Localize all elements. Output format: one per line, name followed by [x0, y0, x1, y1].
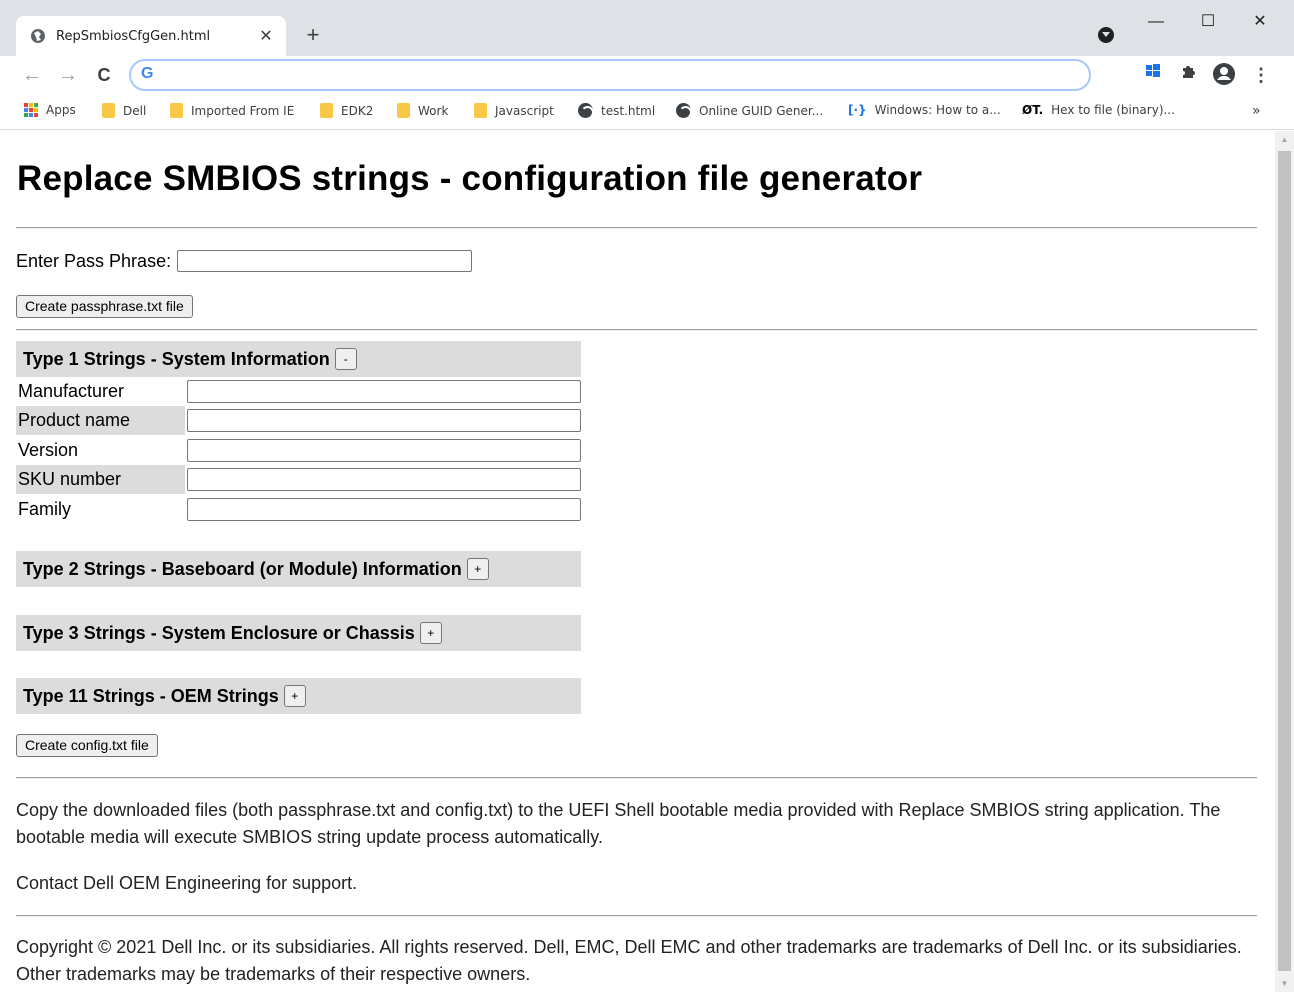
support-text: Contact Dell OEM Engineering for support… [16, 873, 358, 893]
reload-button[interactable]: C [90, 61, 118, 89]
bookmark-label: EDK2 [341, 103, 374, 118]
tab-title: RepSmbiosCfgGen.html [56, 28, 211, 44]
bookmark-javascript[interactable]: Javascript [474, 103, 554, 118]
browser-toolbar: ← → C G ⋮ [0, 56, 1294, 94]
scrollbar-thumb[interactable] [1278, 151, 1291, 971]
new-tab-button[interactable]: + [300, 22, 326, 48]
product-name-input[interactable] [187, 409, 581, 432]
field-label: SKU number [16, 465, 185, 494]
section-title: Type 11 Strings - OEM Strings [23, 685, 279, 706]
field-row-family: Family [16, 495, 581, 524]
field-row-product-name: Product name [16, 406, 581, 435]
extensions-puzzle-icon[interactable] [1175, 62, 1201, 88]
tab-search-icon[interactable] [1098, 27, 1114, 43]
apps-grid-icon [24, 103, 38, 117]
divider [16, 777, 1257, 779]
bookmark-label: Work [418, 103, 449, 118]
page-title: Replace SMBIOS strings - configuration f… [17, 159, 923, 198]
pass-phrase-row: Enter Pass Phrase: [16, 250, 473, 272]
divider [16, 915, 1257, 917]
instructions-text: Copy the downloaded files (both passphra… [16, 800, 1221, 847]
google-icon: G [141, 65, 154, 82]
bookmark-test-html[interactable]: test.html [578, 103, 656, 119]
page-content: Replace SMBIOS strings - configuration f… [0, 131, 1275, 992]
section-header-type11: Type 11 Strings - OEM Strings + [16, 678, 581, 714]
field-row-sku-number: SKU number [16, 465, 581, 494]
bookmark-label: test.html [601, 103, 656, 118]
version-input[interactable] [187, 439, 581, 462]
browser-titlebar: RepSmbiosCfgGen.html ✕ + — ☐ ✕ [0, 0, 1294, 56]
bookmark-label: Online GUID Gener... [699, 103, 824, 118]
browser-menu-icon[interactable]: ⋮ [1248, 62, 1274, 88]
section-header-type2: Type 2 Strings - Baseboard (or Module) I… [16, 551, 581, 587]
bookmark-work[interactable]: Work [397, 103, 448, 118]
globe-icon [30, 28, 46, 44]
section-header-type1: Type 1 Strings - System Information - [16, 341, 581, 377]
field-label: Version [18, 440, 79, 460]
folder-icon [320, 103, 333, 118]
ot-icon: ØT. [1022, 103, 1044, 117]
folder-icon [102, 103, 115, 118]
expand-toggle-button[interactable]: + [419, 622, 442, 644]
profile-avatar-icon[interactable] [1211, 62, 1237, 88]
bookmark-apps[interactable]: Apps [24, 103, 76, 117]
bookmark-label: Javascript [495, 103, 554, 118]
bookmark-dell[interactable]: Dell [102, 103, 146, 118]
field-row-manufacturer: Manufacturer [16, 377, 581, 406]
section-title: Type 3 Strings - System Enclosure or Cha… [23, 622, 415, 643]
copyright-text: Copyright © 2021 Dell Inc. or its subsid… [16, 937, 1242, 984]
bracket-icon: [·} [848, 103, 867, 117]
windows-extension-icon[interactable] [1140, 62, 1166, 88]
expand-toggle-button[interactable]: + [283, 685, 306, 707]
tab-close-icon[interactable]: ✕ [256, 26, 276, 46]
bookmark-label: Dell [123, 103, 147, 118]
scroll-up-arrow-icon[interactable]: ▲ [1275, 131, 1294, 148]
folder-icon [474, 103, 487, 118]
field-row-version: Version [16, 436, 581, 465]
sku-number-input[interactable] [187, 468, 581, 491]
bookmark-online-guid-generator[interactable]: Online GUID Gener... [676, 103, 824, 119]
close-window-button[interactable]: ✕ [1240, 10, 1280, 34]
vertical-scrollbar[interactable]: ▲ ▼ [1275, 131, 1294, 992]
page-viewport: Replace SMBIOS strings - configuration f… [0, 131, 1294, 992]
scroll-down-arrow-icon[interactable]: ▼ [1275, 975, 1294, 992]
maximize-button[interactable]: ☐ [1188, 10, 1228, 34]
divider [16, 227, 1257, 229]
folder-icon [397, 103, 410, 118]
globe-icon [578, 103, 594, 119]
address-bar[interactable]: G [129, 59, 1091, 91]
bookmark-label: Hex to file (binary)... [1051, 103, 1175, 117]
back-button[interactable]: ← [18, 61, 46, 89]
section-title: Type 2 Strings - Baseboard (or Module) I… [23, 558, 462, 579]
field-label: Product name [16, 406, 185, 435]
minimize-button[interactable]: — [1136, 10, 1176, 34]
bookmark-hex-to-file[interactable]: ØT. Hex to file (binary)... [1022, 103, 1175, 117]
globe-icon [676, 103, 692, 119]
pass-phrase-label: Enter Pass Phrase: [16, 250, 172, 271]
create-config-button[interactable]: Create config.txt file [16, 734, 158, 757]
bookmark-imported-from-ie[interactable]: Imported From IE [170, 103, 294, 118]
manufacturer-input[interactable] [187, 380, 581, 403]
expand-toggle-button[interactable]: + [466, 558, 489, 580]
bookmark-windows-how-to[interactable]: [·} Windows: How to a... [848, 103, 1001, 117]
bookmarks-bar: Apps Dell Imported From IE EDK2 Work Jav… [0, 94, 1294, 130]
pass-phrase-input[interactable] [177, 250, 473, 272]
bookmark-label: Windows: How to a... [874, 103, 1001, 117]
browser-tab-active[interactable]: RepSmbiosCfgGen.html ✕ [16, 16, 286, 56]
section-header-type3: Type 3 Strings - System Enclosure or Cha… [16, 615, 581, 651]
section-title: Type 1 Strings - System Information [23, 348, 330, 369]
bookmark-label: Apps [46, 103, 76, 117]
family-input[interactable] [187, 498, 581, 521]
create-passphrase-button[interactable]: Create passphrase.txt file [16, 295, 193, 318]
divider [16, 329, 1257, 331]
field-label: Family [18, 499, 71, 519]
field-label: Manufacturer [18, 381, 125, 401]
collapse-toggle-button[interactable]: - [334, 348, 357, 370]
folder-icon [170, 103, 183, 118]
bookmark-edk2[interactable]: EDK2 [320, 103, 373, 118]
bookmark-label: Imported From IE [191, 103, 295, 118]
bookmarks-overflow-button[interactable]: » [1252, 103, 1261, 119]
forward-button[interactable]: → [54, 61, 82, 89]
